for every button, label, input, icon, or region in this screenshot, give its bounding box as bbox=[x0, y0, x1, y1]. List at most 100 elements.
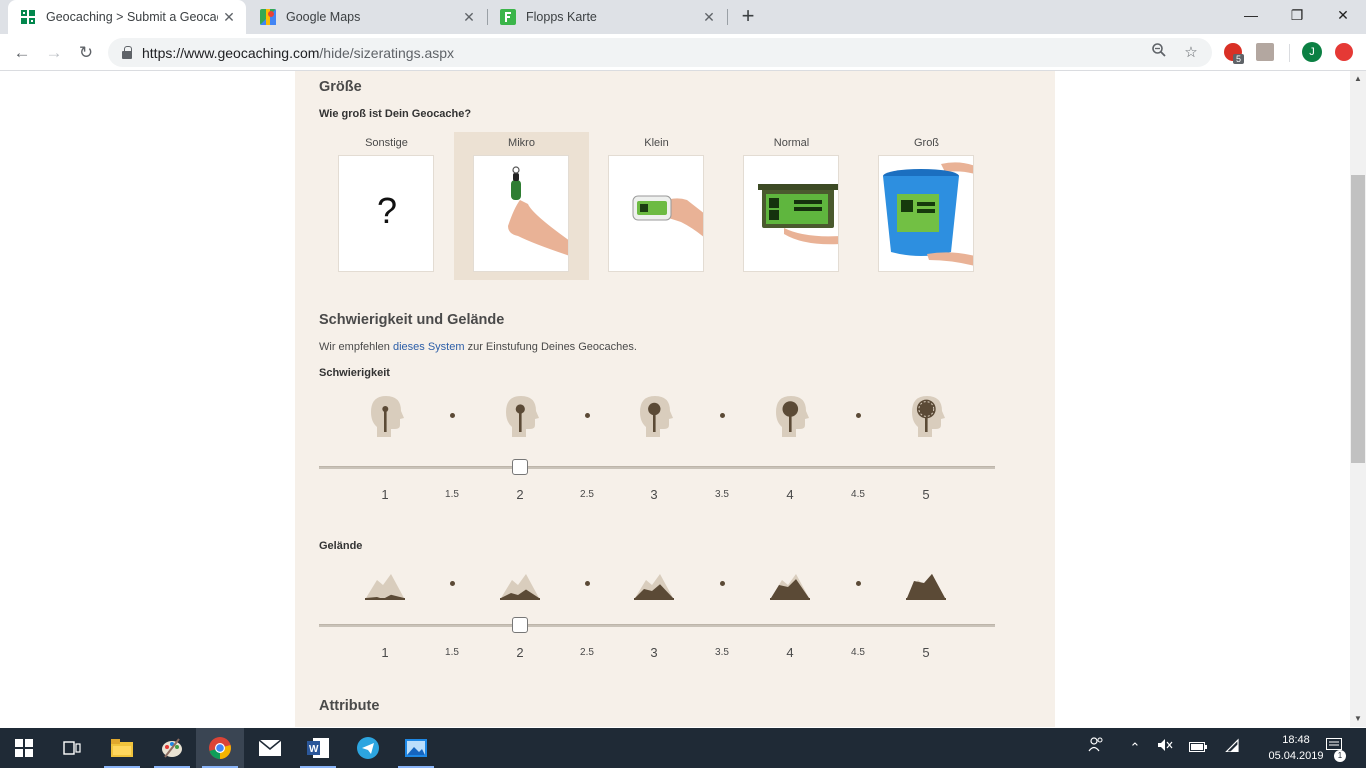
close-window-button[interactable]: ✕ bbox=[1320, 0, 1366, 30]
terrain-scale-label[interactable]: 3 bbox=[634, 645, 674, 660]
bookmark-star-icon[interactable]: ☆ bbox=[1178, 38, 1204, 67]
difficulty-level-4-icon bbox=[768, 392, 812, 438]
taskbar-paint-app[interactable] bbox=[148, 728, 196, 768]
size-option-other[interactable]: Sonstige ? bbox=[319, 132, 454, 280]
close-icon[interactable]: ✕ bbox=[698, 9, 720, 26]
terrain-scale-label[interactable]: 2 bbox=[500, 645, 540, 660]
palette-icon bbox=[162, 738, 182, 758]
volume-muted-icon[interactable] bbox=[1154, 728, 1176, 768]
size-option-label: Groß bbox=[913, 137, 940, 149]
scroll-up-arrow-icon[interactable]: ▲ bbox=[1350, 71, 1366, 87]
taskbar-photos[interactable] bbox=[392, 728, 440, 768]
difficulty-scale-label[interactable]: 2 bbox=[500, 487, 540, 502]
web-page: Größe Wie groß ist Dein Geocache? Sonsti… bbox=[0, 71, 1350, 727]
address-bar[interactable]: https://www.geocaching.com/hide/sizerati… bbox=[108, 38, 1212, 67]
half-step-dot-icon bbox=[584, 581, 590, 586]
forward-button[interactable]: → bbox=[41, 40, 67, 66]
taskbar-file-explorer[interactable] bbox=[98, 728, 146, 768]
difficulty-slider-handle[interactable] bbox=[512, 459, 528, 475]
terrain-scale-label[interactable]: 2.5 bbox=[567, 647, 607, 658]
difficulty-icon-row bbox=[295, 392, 1055, 438]
difficulty-slider[interactable] bbox=[319, 458, 995, 478]
difficulty-level-2-icon bbox=[498, 392, 542, 438]
word-icon: W bbox=[307, 738, 329, 758]
difficulty-scale-label[interactable]: 5 bbox=[906, 487, 946, 502]
pdf-extension-icon[interactable] bbox=[1256, 43, 1274, 61]
scroll-down-arrow-icon[interactable]: ▼ bbox=[1350, 711, 1366, 727]
task-view-button[interactable] bbox=[48, 728, 96, 768]
slider-track[interactable] bbox=[319, 466, 995, 469]
difficulty-level-1-icon bbox=[363, 392, 407, 438]
task-view-icon bbox=[63, 741, 81, 755]
tab-title: Geocaching > Submit a Geocach bbox=[46, 10, 218, 24]
rating-system-link[interactable]: dieses System bbox=[393, 341, 465, 353]
size-option-label: Normal bbox=[773, 137, 810, 149]
difficulty-scale-label[interactable]: 1.5 bbox=[432, 489, 472, 500]
reload-button[interactable]: ↻ bbox=[73, 40, 99, 66]
browser-toolbar: ← → ↻ https://www.geocaching.com/hide/si… bbox=[0, 34, 1366, 71]
terrain-level-5-icon bbox=[904, 560, 948, 606]
people-icon[interactable] bbox=[1084, 728, 1108, 768]
difficulty-scale-label[interactable]: 3.5 bbox=[702, 489, 742, 500]
size-question: Wie groß ist Dein Geocache? bbox=[319, 108, 472, 120]
half-step-dot-icon bbox=[584, 413, 590, 418]
size-option-micro[interactable]: Mikro bbox=[454, 132, 589, 280]
google-maps-icon bbox=[260, 9, 276, 25]
mail-icon bbox=[259, 740, 281, 756]
chevron-up-icon[interactable]: ⌃ bbox=[1124, 728, 1146, 768]
terrain-scale-label[interactable]: 4.5 bbox=[838, 647, 878, 658]
size-card: ? bbox=[338, 155, 434, 272]
clock-date: 05.04.2019 bbox=[1268, 750, 1324, 762]
size-option-label: Klein bbox=[644, 137, 669, 149]
minimize-button[interactable]: — bbox=[1228, 0, 1274, 30]
tab-google-maps[interactable]: Google Maps ✕ bbox=[248, 0, 486, 34]
terrain-level-1-icon bbox=[363, 560, 407, 606]
taskbar-word[interactable]: W bbox=[294, 728, 342, 768]
size-option-regular[interactable]: Normal bbox=[724, 132, 859, 280]
terrain-scale-label[interactable]: 4 bbox=[770, 645, 810, 660]
wifi-icon[interactable] bbox=[1220, 728, 1244, 768]
difficulty-scale-label[interactable]: 1 bbox=[365, 487, 405, 502]
folder-icon bbox=[111, 739, 133, 757]
system-clock[interactable]: 18:48 05.04.2019 bbox=[1266, 732, 1326, 764]
page-scrollbar[interactable]: ▲ ▼ bbox=[1350, 71, 1366, 727]
browser-tab-bar: Geocaching > Submit a Geocach ✕ Google M… bbox=[0, 0, 1366, 34]
close-icon[interactable]: ✕ bbox=[458, 9, 480, 26]
terrain-slider-handle[interactable] bbox=[512, 617, 528, 633]
terrain-scale-label[interactable]: 5 bbox=[906, 645, 946, 660]
back-button[interactable]: ← bbox=[9, 40, 35, 66]
difficulty-scale-label[interactable]: 2.5 bbox=[567, 489, 607, 500]
zoom-icon[interactable] bbox=[1146, 38, 1172, 67]
difficulty-scale-label[interactable]: 3 bbox=[634, 487, 674, 502]
profile-avatar[interactable]: J bbox=[1302, 42, 1322, 62]
tab-separator bbox=[727, 9, 728, 25]
terrain-scale-label[interactable]: 3.5 bbox=[702, 647, 742, 658]
start-button[interactable] bbox=[0, 728, 48, 768]
size-heading: Größe bbox=[319, 79, 362, 95]
taskbar-telegram[interactable] bbox=[344, 728, 392, 768]
taskbar-mail[interactable] bbox=[246, 728, 294, 768]
close-icon[interactable]: ✕ bbox=[218, 9, 240, 26]
slider-track[interactable] bbox=[319, 624, 995, 627]
tab-geocaching[interactable]: Geocaching > Submit a Geocach ✕ bbox=[8, 0, 246, 34]
size-option-small[interactable]: Klein bbox=[589, 132, 724, 280]
new-tab-button[interactable]: + bbox=[736, 4, 760, 28]
update-icon[interactable] bbox=[1335, 43, 1353, 61]
taskbar-chrome[interactable] bbox=[196, 728, 244, 768]
flopps-icon bbox=[500, 9, 516, 25]
terrain-slider[interactable] bbox=[319, 616, 995, 636]
photos-icon bbox=[405, 739, 427, 757]
difficulty-scale-label[interactable]: 4.5 bbox=[838, 489, 878, 500]
tab-title: Google Maps bbox=[286, 10, 361, 24]
tab-flopps-karte[interactable]: Flopps Karte ✕ bbox=[488, 0, 726, 34]
battery-icon[interactable] bbox=[1186, 728, 1210, 768]
scrollbar-thumb[interactable] bbox=[1351, 175, 1365, 463]
difficulty-scale-label[interactable]: 4 bbox=[770, 487, 810, 502]
terrain-scale-label[interactable]: 1 bbox=[365, 645, 405, 660]
action-center-icon[interactable]: 1 bbox=[1322, 728, 1346, 768]
half-step-dot-icon bbox=[855, 413, 861, 418]
terrain-scale-label[interactable]: 1.5 bbox=[432, 647, 472, 658]
rating-heading: Schwierigkeit und Gelände bbox=[319, 312, 505, 328]
size-option-large[interactable]: Groß bbox=[859, 132, 994, 280]
restore-button[interactable]: ❐ bbox=[1274, 0, 1320, 30]
